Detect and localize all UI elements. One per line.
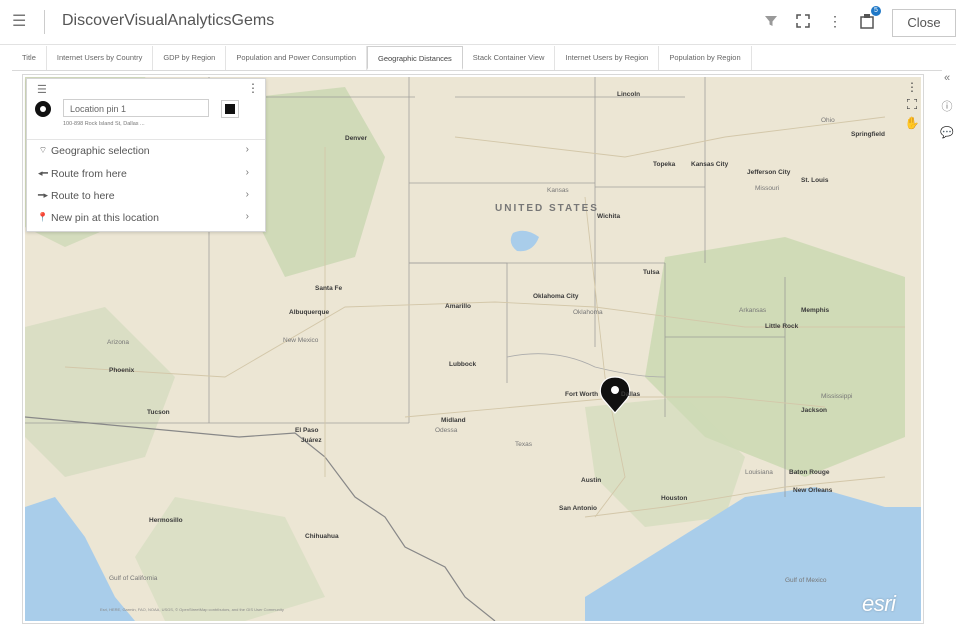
tab-internet-users-by-country[interactable]: Internet Users by Country	[47, 46, 154, 70]
collapse-panel-icon[interactable]: «	[938, 72, 956, 84]
tab-population-by-region[interactable]: Population by Region	[659, 46, 752, 70]
city-kansas-city: Kansas City	[691, 161, 729, 168]
menu-item-label: Route from here	[51, 168, 127, 180]
comment-icon[interactable]: 💬	[938, 126, 956, 139]
state-kansas: Kansas	[547, 187, 569, 194]
map-more-options-icon[interactable]: ⋮	[904, 80, 920, 94]
city-hermosillo: Hermosillo	[149, 517, 183, 524]
popup-more-icon[interactable]: ⋮	[247, 81, 259, 95]
city-wichita: Wichita	[597, 213, 621, 220]
city-juarez: Juárez	[301, 437, 322, 444]
menu-route-to-here[interactable]: ━▸ Route to here ›	[27, 186, 265, 208]
pin-name-input[interactable]: Location pin 1	[63, 99, 209, 117]
city-lubbock: Lubbock	[449, 361, 477, 368]
city-houston: Houston	[661, 495, 688, 502]
chevron-right-icon: ›	[245, 189, 249, 200]
city-austin: Austin	[581, 477, 602, 484]
pin-icon: 📍	[37, 212, 49, 222]
city-santa-fe: Santa Fe	[315, 285, 343, 292]
filter-icon[interactable]	[760, 10, 782, 32]
route-from-icon: ◂━	[38, 168, 48, 178]
close-button[interactable]: Close	[892, 9, 956, 37]
state-arkansas: Arkansas	[739, 307, 767, 314]
label-gulf-of-mexico: Gulf of Mexico	[785, 577, 827, 584]
tab-stack-container-view[interactable]: Stack Container View	[463, 46, 556, 70]
city-jackson: Jackson	[801, 407, 828, 414]
city-el-paso: El Paso	[295, 427, 319, 434]
city-new-orleans: New Orleans	[793, 487, 833, 494]
city-springfield: Springfield	[851, 131, 885, 138]
tab-gdp-by-region[interactable]: GDP by Region	[153, 46, 227, 70]
city-st-louis: St. Louis	[801, 177, 829, 184]
tab-title[interactable]: Title	[12, 46, 47, 70]
esri-logo: esri	[862, 591, 896, 616]
city-little-rock: Little Rock	[765, 323, 799, 330]
state-arizona: Arizona	[107, 339, 130, 346]
route-to-icon: ━▸	[38, 190, 48, 200]
city-memphis: Memphis	[801, 307, 830, 314]
map-fullscreen-icon[interactable]	[904, 98, 920, 112]
app-title: DiscoverVisualAnalyticsGems	[62, 12, 275, 29]
city-tulsa: Tulsa	[643, 269, 660, 276]
state-ohio: Ohio	[821, 117, 835, 124]
city-lincoln: Lincoln	[617, 91, 641, 98]
pan-hand-icon[interactable]: ✋	[904, 116, 920, 130]
city-midland: Midland	[441, 417, 466, 424]
menu-geographic-selection[interactable]: ⌔ Geographic selection ›	[27, 141, 265, 163]
page-tabs: Title Internet Users by Country GDP by R…	[12, 46, 942, 71]
app-header: ☰ DiscoverVisualAnalyticsGems ⋮ 5 Close	[0, 0, 956, 45]
state-louisiana: Louisiana	[745, 469, 773, 476]
city-topeka: Topeka	[653, 161, 676, 168]
menu-route-from-here[interactable]: ◂━ Route from here ›	[27, 164, 265, 186]
city-dallas: Dallas	[621, 391, 641, 398]
menu-item-label: Geographic selection	[51, 145, 150, 157]
state-mississippi: Mississippi	[821, 393, 853, 400]
pin-color-swatch[interactable]	[221, 100, 239, 118]
city-amarillo: Amarillo	[445, 303, 472, 310]
city-baton-rouge: Baton Rouge	[789, 469, 830, 476]
city-denver: Denver	[345, 135, 368, 142]
state-new-mexico: New Mexico	[283, 337, 319, 344]
city-albuquerque: Albuquerque	[289, 309, 330, 316]
tab-population-and-power[interactable]: Population and Power Consumption	[226, 46, 367, 70]
header-toolbar: ⋮ 5	[760, 6, 881, 32]
geo-selection-icon: ⌔	[38, 145, 48, 155]
city-phoenix: Phoenix	[109, 367, 135, 374]
header-divider	[44, 10, 45, 34]
city-tucson: Tucson	[147, 409, 170, 416]
country-label: UNITED STATES	[495, 203, 599, 214]
info-icon[interactable]: ⓘ	[938, 98, 956, 114]
fullscreen-icon[interactable]	[792, 10, 814, 32]
more-options-icon[interactable]: ⋮	[824, 10, 846, 32]
tab-geographic-distances[interactable]: Geographic Distances	[367, 46, 463, 70]
state-missouri: Missouri	[755, 185, 780, 192]
city-san-antonio: San Antonio	[559, 505, 598, 512]
location-pin-popup: ☰ ⋮ Location pin 1 100-898 Rock Island S…	[26, 78, 266, 232]
tab-internet-users-by-region[interactable]: Internet Users by Region	[555, 46, 660, 70]
label-gulf-of-california: Gulf of California	[109, 575, 158, 582]
chevron-right-icon: ›	[245, 167, 249, 178]
list-icon[interactable]: ☰	[37, 83, 47, 96]
city-chihuahua: Chihuahua	[305, 533, 339, 540]
menu-item-label: New pin at this location	[51, 212, 159, 224]
state-texas: Texas	[515, 441, 532, 448]
chevron-right-icon: ›	[245, 144, 249, 155]
notification-badge: 5	[871, 6, 881, 16]
pin-marker-icon	[35, 101, 51, 117]
city-jefferson-city: Jefferson City	[747, 169, 791, 176]
menu-new-pin[interactable]: 📍 New pin at this location ›	[27, 208, 265, 230]
state-oklahoma: Oklahoma	[573, 309, 603, 316]
popup-divider	[27, 139, 265, 140]
notifications-icon[interactable]: 5	[856, 6, 881, 32]
map-attribution: Esri, HERE, Garmin, FAO, NOAA, USGS, © O…	[100, 607, 284, 612]
city-odessa: Odessa	[435, 427, 458, 434]
city-fort-worth: Fort Worth	[565, 391, 599, 398]
city-oklahoma-city: Oklahoma City	[533, 293, 579, 300]
menu-icon[interactable]: ☰	[12, 12, 32, 32]
chevron-right-icon: ›	[245, 211, 249, 222]
menu-item-label: Route to here	[51, 190, 115, 202]
pin-address: 100-898 Rock Island St, Dallas ...	[63, 121, 145, 127]
